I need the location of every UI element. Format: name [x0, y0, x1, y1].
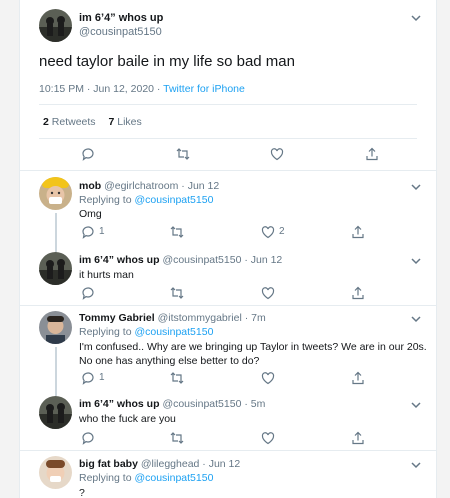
likes-count: 7: [108, 116, 115, 128]
avatar[interactable]: [39, 311, 72, 344]
like-count: 2: [279, 226, 285, 237]
divider: [20, 305, 436, 306]
share-icon[interactable]: [351, 371, 364, 385]
like-icon[interactable]: [261, 431, 275, 445]
retweet-icon[interactable]: [170, 371, 184, 384]
replying-to: Replying to @cousinpat5150: [79, 472, 213, 484]
reply-icon[interactable]: [81, 286, 94, 300]
retweet-icon[interactable]: [170, 286, 184, 299]
tweet-time[interactable]: 10:15 PM · Jun 12, 2020 ·: [39, 83, 163, 95]
reply-author-name[interactable]: im 6’4” whos up: [79, 398, 160, 410]
reply-handle-date[interactable]: @egirlchatroom · Jun 12: [104, 180, 219, 192]
tweet-thread-page: im 6’4” whos up @cousinpat5150 need tayl…: [19, 0, 437, 498]
reply-text: I'm confused.. Why are we bringing up Ta…: [79, 340, 429, 368]
chevron-down-icon[interactable]: [410, 12, 422, 24]
reply-count: 1: [99, 372, 105, 383]
replying-mention[interactable]: @cousinpat5150: [134, 326, 213, 338]
reply-author-name[interactable]: big fat baby: [79, 458, 138, 470]
chevron-down-icon[interactable]: [410, 255, 422, 267]
reply-text: ?: [79, 487, 85, 498]
replying-to: Replying to @cousinpat5150: [79, 194, 213, 206]
reply-header: mob @egirlchatroom · Jun 12: [79, 180, 219, 192]
like-icon[interactable]: [261, 286, 275, 300]
retweet-icon[interactable]: [176, 147, 190, 161]
thread-line: [55, 213, 57, 253]
chevron-down-icon[interactable]: [410, 459, 422, 471]
reply-handle-date[interactable]: @lilegghead · Jun 12: [141, 458, 240, 470]
reply-text: Omg: [79, 208, 102, 220]
divider: [20, 450, 436, 451]
likes-stat[interactable]: 7 Likes: [108, 116, 141, 128]
reply-header: big fat baby @lilegghead · Jun 12: [79, 458, 240, 470]
reply-header: im 6’4” whos up @cousinpat5150 · Jun 12: [79, 254, 282, 266]
reply-text-line: No one has anything else better to do?: [79, 355, 260, 367]
reply-author-name[interactable]: Tommy Gabriel: [79, 312, 155, 324]
reply-header: Tommy Gabriel @itstommygabriel · 7m: [79, 312, 266, 324]
divider: [39, 104, 417, 105]
share-icon[interactable]: [351, 431, 364, 445]
replying-prefix: Replying to: [79, 326, 135, 338]
chevron-down-icon[interactable]: [410, 181, 422, 193]
reply-count: 1: [99, 226, 105, 237]
reply-handle-date[interactable]: @cousinpat5150 · Jun 12: [162, 254, 282, 266]
share-icon[interactable]: [365, 147, 379, 161]
avatar[interactable]: [39, 396, 72, 429]
reply-icon[interactable]: [81, 371, 94, 385]
replying-to: Replying to @cousinpat5150: [79, 326, 213, 338]
reply-text-line: I'm confused.. Why are we bringing up Ta…: [79, 341, 427, 353]
main-handle[interactable]: @cousinpat5150: [79, 26, 163, 38]
reply-author-name[interactable]: mob: [79, 180, 101, 192]
avatar[interactable]: [39, 456, 72, 489]
avatar[interactable]: [39, 177, 72, 210]
divider: [20, 170, 436, 171]
likes-label: Likes: [117, 116, 142, 128]
reply-handle-date[interactable]: @cousinpat5150 · 5m: [162, 398, 265, 410]
chevron-down-icon[interactable]: [410, 313, 422, 325]
retweets-label: Retweets: [51, 116, 96, 128]
retweet-icon[interactable]: [170, 225, 184, 238]
reply-icon[interactable]: [81, 431, 94, 445]
reply-icon[interactable]: [81, 147, 95, 161]
main-name[interactable]: im 6’4” whos up: [79, 12, 163, 24]
share-icon[interactable]: [351, 225, 364, 239]
avatar[interactable]: [39, 252, 72, 285]
chevron-down-icon[interactable]: [410, 399, 422, 411]
replying-mention[interactable]: @cousinpat5150: [134, 472, 213, 484]
tweet-source[interactable]: Twitter for iPhone: [163, 83, 245, 95]
share-icon[interactable]: [351, 286, 364, 300]
replying-prefix: Replying to: [79, 194, 135, 206]
replying-mention[interactable]: @cousinpat5150: [134, 194, 213, 206]
thread-line: [55, 347, 57, 396]
reply-header: im 6’4” whos up @cousinpat5150 · 5m: [79, 398, 265, 410]
like-icon[interactable]: [270, 147, 284, 161]
replying-prefix: Replying to: [79, 472, 135, 484]
main-avatar[interactable]: [39, 9, 72, 42]
main-author[interactable]: im 6’4” whos up @cousinpat5150: [79, 12, 163, 38]
reply-text: it hurts man: [79, 269, 134, 281]
tweet-stats: 2 Retweets 7 Likes: [43, 116, 142, 128]
reply-author-name[interactable]: im 6’4” whos up: [79, 254, 160, 266]
retweets-stat[interactable]: 2 Retweets: [43, 116, 96, 128]
reply-icon[interactable]: [81, 225, 94, 239]
retweet-icon[interactable]: [170, 431, 184, 444]
main-tweet-meta: 10:15 PM · Jun 12, 2020 · Twitter for iP…: [39, 83, 245, 95]
like-icon[interactable]: [261, 371, 275, 385]
main-tweet-text: need taylor baile in my life so bad man: [39, 53, 295, 70]
reply-text: who the fuck are you: [79, 413, 176, 425]
retweets-count: 2: [43, 116, 49, 128]
like-icon[interactable]: [261, 225, 275, 239]
reply-handle-date[interactable]: @itstommygabriel · 7m: [158, 312, 266, 324]
divider: [39, 138, 417, 139]
